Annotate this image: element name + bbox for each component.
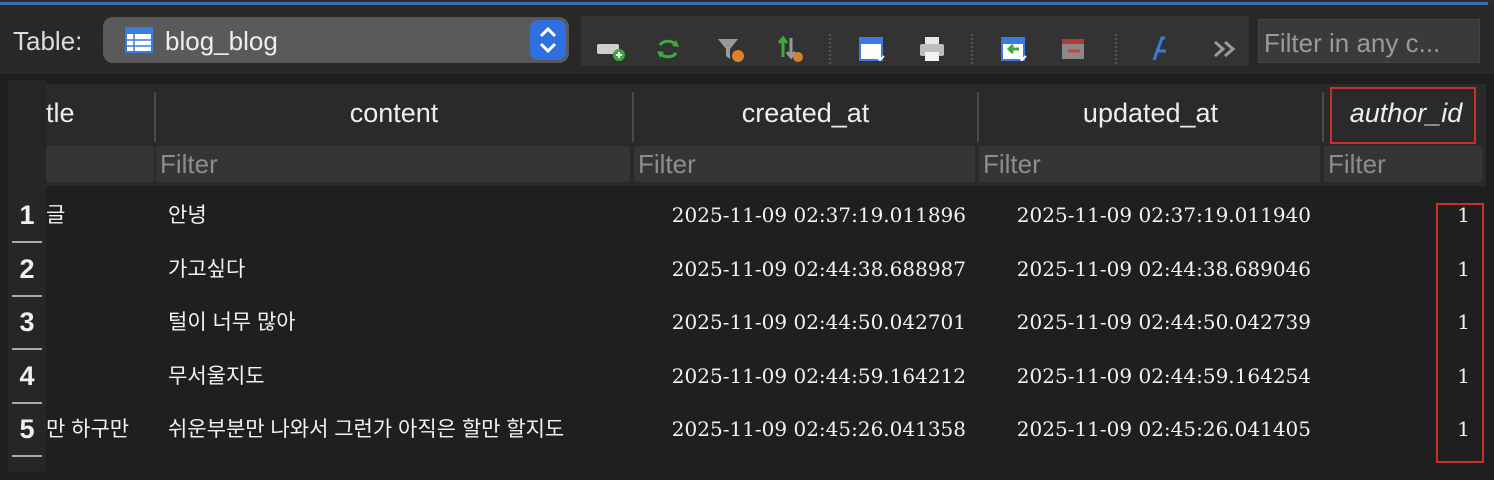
cell-content[interactable]: 가고싶다 xyxy=(168,243,628,296)
cell-title[interactable] xyxy=(46,243,146,296)
cell-title[interactable]: 글 xyxy=(46,189,146,242)
filter-created-at[interactable]: Filter xyxy=(634,146,975,182)
column-header-updated-at[interactable]: updated_at xyxy=(979,84,1322,142)
cell-updated-at[interactable]: 2025-11-09 02:44:59.164254 xyxy=(981,350,1311,403)
cell-content[interactable]: 무서울지도 xyxy=(168,350,628,403)
column-header-title[interactable]: tle xyxy=(46,84,154,142)
filter-content[interactable]: Filter xyxy=(156,146,630,182)
row-number: 2 xyxy=(19,254,35,284)
global-filter-placeholder: Filter in any c... xyxy=(1264,28,1441,58)
table-row[interactable]: 2 가고싶다 2025-11-09 02:44:38.688987 2025-1… xyxy=(8,243,1486,297)
column-header-row: tle content created_at updated_at author… xyxy=(46,84,1486,142)
cell-updated-at[interactable]: 2025-11-09 02:44:38.689046 xyxy=(981,243,1311,296)
cell-title[interactable] xyxy=(46,350,146,403)
table-label: Table: xyxy=(13,26,83,56)
toolbar-divider xyxy=(1115,34,1117,64)
table-stepper[interactable] xyxy=(530,20,566,60)
cell-updated-at[interactable]: 2025-11-09 02:37:19.011940 xyxy=(981,189,1311,242)
cell-created-at[interactable]: 2025-11-09 02:37:19.011896 xyxy=(636,189,966,242)
import-icon[interactable] xyxy=(999,34,1029,64)
row-number: 4 xyxy=(19,361,35,391)
cell-content[interactable]: 쉬운부분만 나와서 그런가 아직은 할만 할지도 xyxy=(168,403,628,456)
cell-updated-at[interactable]: 2025-11-09 02:44:50.042739 xyxy=(981,296,1311,349)
refresh-icon[interactable] xyxy=(653,34,683,64)
column-header-content[interactable]: content xyxy=(156,84,632,142)
cell-updated-at[interactable]: 2025-11-09 02:45:26.041405 xyxy=(981,403,1311,456)
filter-icon[interactable] xyxy=(715,34,745,64)
table-row[interactable]: 4 무서울지도 2025-11-09 02:44:59.164212 2025-… xyxy=(8,350,1486,404)
chevron-up-down-icon xyxy=(539,26,557,54)
toolbar-divider xyxy=(829,34,831,64)
filter-title[interactable] xyxy=(46,146,154,182)
cell-created-at[interactable]: 2025-11-09 02:45:26.041358 xyxy=(636,403,966,456)
filter-updated-at[interactable]: Filter xyxy=(979,146,1320,182)
row-number: 1 xyxy=(19,200,35,230)
table-row[interactable]: 1 글 안녕 2025-11-09 02:37:19.011896 2025-1… xyxy=(8,189,1486,243)
cell-content[interactable]: 안녕 xyxy=(168,189,628,242)
toolbar: Table: blog_blog Filter in any c... xyxy=(0,6,1494,74)
toolbar-actions xyxy=(581,16,1249,66)
author-id-header-highlight xyxy=(1330,87,1476,144)
column-filter-row: Filter Filter Filter Filter xyxy=(46,142,1486,186)
table-name: blog_blog xyxy=(165,26,278,56)
column-divider[interactable] xyxy=(1322,92,1324,142)
column-header-created-at[interactable]: created_at xyxy=(634,84,977,142)
author-id-values-highlight xyxy=(1436,203,1484,463)
cell-content[interactable]: 털이 너무 많아 xyxy=(168,296,628,349)
cell-created-at[interactable]: 2025-11-09 02:44:38.688987 xyxy=(636,243,966,296)
focus-line xyxy=(0,2,1488,5)
export-icon[interactable] xyxy=(1059,34,1089,64)
cell-title[interactable]: 만 하구만 xyxy=(46,403,146,456)
table-row[interactable]: 5 만 하구만 쉬운부분만 나와서 그런가 아직은 할만 할지도 2025-11… xyxy=(8,403,1486,457)
add-row-icon[interactable] xyxy=(595,34,625,64)
table-icon xyxy=(125,27,153,53)
cell-created-at[interactable]: 2025-11-09 02:44:59.164212 xyxy=(636,350,966,403)
text-format-icon[interactable] xyxy=(1145,34,1175,64)
cell-created-at[interactable]: 2025-11-09 02:44:50.042701 xyxy=(636,296,966,349)
overflow-chevron-icon[interactable] xyxy=(1211,34,1241,64)
cell-title[interactable] xyxy=(46,296,146,349)
data-grid: tle content created_at updated_at author… xyxy=(8,80,1486,472)
row-number: 5 xyxy=(19,414,35,444)
filter-author-id[interactable]: Filter xyxy=(1324,146,1482,182)
structure-icon[interactable] xyxy=(857,34,887,64)
row-number: 3 xyxy=(19,307,35,337)
table-row[interactable]: 3 털이 너무 많아 2025-11-09 02:44:50.042701 20… xyxy=(8,296,1486,350)
print-icon[interactable] xyxy=(917,34,947,64)
row-divider xyxy=(12,455,42,457)
sort-icon[interactable] xyxy=(775,34,805,64)
global-filter-input[interactable]: Filter in any c... xyxy=(1258,19,1480,63)
table-select[interactable]: blog_blog xyxy=(103,17,569,63)
toolbar-divider xyxy=(971,34,973,64)
